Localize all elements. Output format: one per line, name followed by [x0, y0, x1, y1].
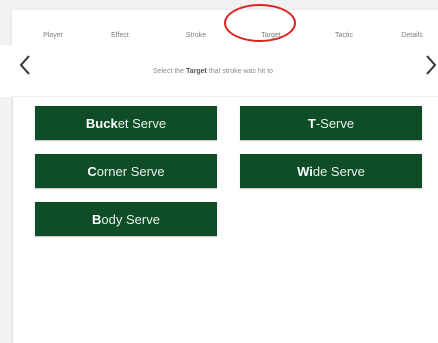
- button-accent: C: [87, 163, 97, 179]
- wide-serve-button[interactable]: Wi de Serve: [240, 154, 422, 188]
- tab-target[interactable]: Target: [246, 32, 296, 39]
- prev-arrow-button[interactable]: [18, 53, 34, 77]
- button-label: et Serve: [117, 115, 167, 131]
- body-serve-button[interactable]: Body Serve: [35, 202, 217, 236]
- button-accent: Wi: [297, 163, 313, 179]
- button-accent: Buck: [85, 115, 118, 131]
- tab-stroke[interactable]: Stroke: [171, 32, 221, 39]
- button-accent: B: [92, 211, 102, 227]
- tab-bar: Player Effect Stroke Target Tactic Detai…: [12, 10, 438, 50]
- tab-details[interactable]: Details: [387, 32, 437, 39]
- chevron-right-icon: [426, 55, 437, 75]
- instruction-prefix: Select the: [152, 68, 187, 75]
- instruction-text: Select the Target that stroke was hit to: [0, 68, 426, 75]
- instruction-emphasis: Target: [186, 68, 207, 75]
- next-arrow-button[interactable]: [424, 53, 438, 77]
- header-divider: [12, 96, 438, 97]
- button-label: orner Serve: [96, 163, 165, 179]
- t-serve-button[interactable]: T -Serve: [240, 106, 422, 140]
- tab-effect[interactable]: Effect: [95, 32, 145, 39]
- tab-tactic[interactable]: Tactic: [319, 32, 369, 39]
- instruction-bar: Select the Target that stroke was hit to: [0, 45, 426, 97]
- button-label: -Serve: [315, 115, 355, 131]
- tab-player[interactable]: Player: [28, 32, 78, 39]
- button-label: de Serve: [312, 163, 365, 179]
- button-accent: T: [307, 115, 316, 131]
- corner-serve-button[interactable]: Corner Serve: [35, 154, 217, 188]
- chevron-left-icon: [19, 55, 30, 75]
- instruction-suffix: that stroke was hit to: [206, 68, 274, 75]
- bucket-serve-button[interactable]: Buck et Serve: [35, 106, 217, 140]
- button-label: ody Serve: [101, 211, 160, 227]
